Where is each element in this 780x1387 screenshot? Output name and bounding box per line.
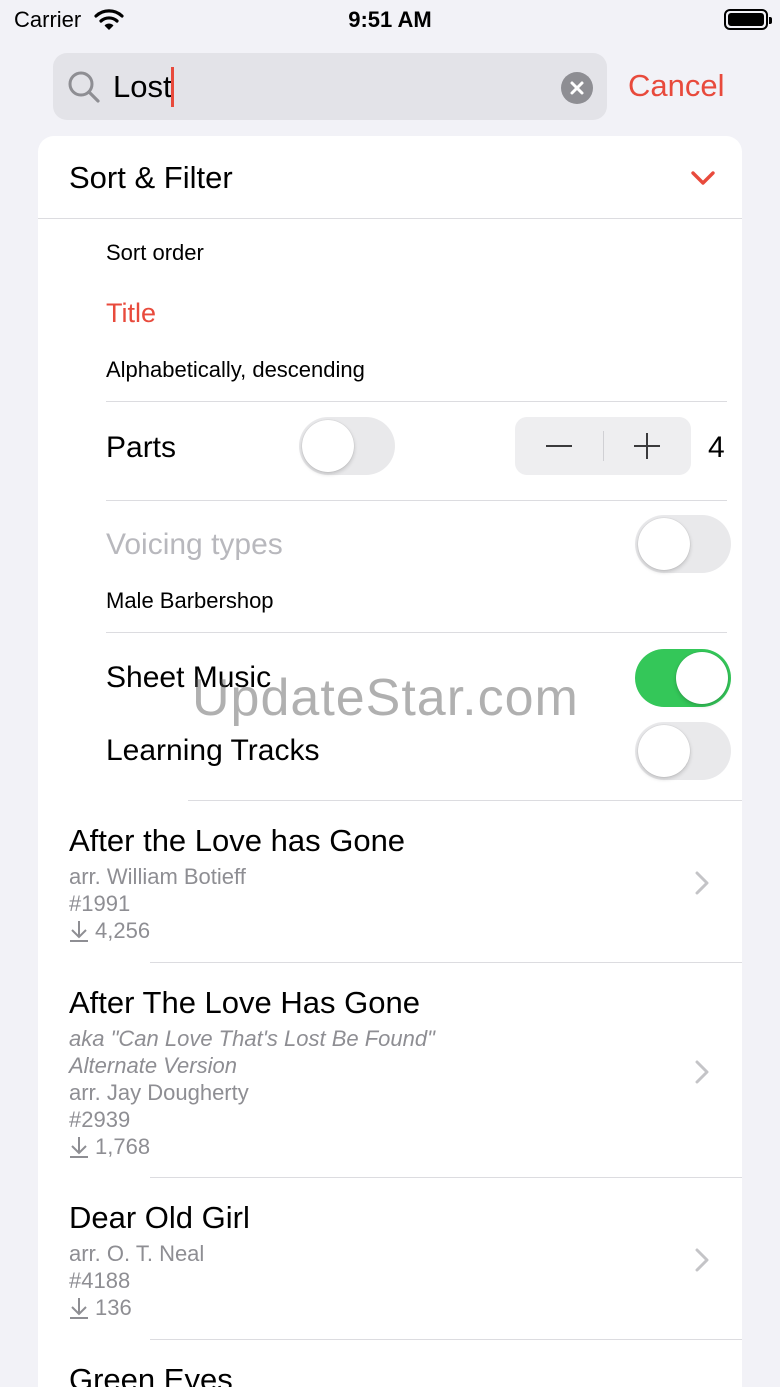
voicing-type-value[interactable]: Male Barbershop bbox=[106, 588, 274, 614]
parts-toggle[interactable] bbox=[299, 417, 395, 475]
voicing-types-toggle[interactable] bbox=[635, 515, 731, 573]
watermark: UpdateStar.com bbox=[192, 669, 579, 727]
song-title: Dear Old Girl bbox=[69, 1200, 250, 1235]
sort-filter-title[interactable]: Sort & Filter bbox=[69, 160, 233, 196]
chevron-right-icon bbox=[695, 1060, 709, 1089]
chevron-right-icon bbox=[695, 871, 709, 900]
divider bbox=[106, 401, 727, 402]
voicing-types-label: Voicing types bbox=[106, 528, 283, 561]
song-row[interactable]: After The Love Has Gone aka "Can Love Th… bbox=[38, 963, 742, 1177]
song-title: After the Love has Gone bbox=[69, 823, 406, 858]
download-icon bbox=[70, 1137, 88, 1158]
learning-tracks-label: Learning Tracks bbox=[106, 734, 320, 767]
song-title: After The Love Has Gone bbox=[69, 985, 420, 1020]
sort-order-label: Sort order bbox=[106, 240, 204, 265]
clock: 9:51 AM bbox=[348, 7, 432, 32]
song-row[interactable]: Green Eyes bbox=[38, 1340, 742, 1387]
sort-direction: Alphabetically, descending bbox=[106, 357, 365, 382]
song-row[interactable]: Dear Old Girl arr. O. T. Neal #4188 136 bbox=[38, 1178, 742, 1339]
decrement-button[interactable] bbox=[515, 417, 603, 475]
song-version: Alternate Version bbox=[69, 1053, 237, 1078]
song-arranger: arr. William Botieff bbox=[69, 864, 246, 889]
download-count: 136 bbox=[69, 1295, 132, 1321]
chevron-right-icon bbox=[695, 1248, 709, 1277]
divider bbox=[106, 500, 727, 501]
increment-button[interactable] bbox=[603, 417, 691, 475]
download-count-value: 1,768 bbox=[95, 1134, 151, 1159]
song-arranger: arr. O. T. Neal bbox=[69, 1241, 205, 1266]
sheet-music-toggle[interactable] bbox=[635, 649, 731, 707]
song-aka: aka "Can Love That's Lost Be Found" bbox=[69, 1026, 435, 1051]
download-count: 1,768 bbox=[69, 1134, 150, 1160]
download-count-value: 136 bbox=[95, 1295, 132, 1320]
cancel-button[interactable]: Cancel bbox=[628, 68, 725, 104]
song-number: #4188 bbox=[69, 1268, 131, 1293]
sort-order-value[interactable]: Title bbox=[106, 298, 156, 329]
divider bbox=[106, 632, 727, 633]
download-icon bbox=[70, 921, 88, 942]
status-bar: Carrier 9:51 AM bbox=[0, 0, 780, 40]
chevron-down-icon[interactable] bbox=[690, 170, 716, 193]
parts-stepper bbox=[515, 417, 691, 475]
divider bbox=[38, 218, 742, 219]
search-field[interactable] bbox=[53, 53, 607, 120]
results-card: Sort & Filter Sort order Title Alphabeti… bbox=[38, 136, 742, 1387]
download-icon bbox=[70, 1298, 88, 1319]
download-count-value: 4,256 bbox=[95, 918, 151, 943]
song-row[interactable]: After the Love has Gone arr. William Bot… bbox=[38, 801, 742, 962]
parts-count: 4 bbox=[708, 431, 725, 464]
parts-label: Parts bbox=[106, 431, 177, 464]
song-title: Green Eyes bbox=[69, 1362, 233, 1387]
song-number: #1991 bbox=[69, 891, 131, 916]
learning-tracks-toggle[interactable] bbox=[635, 722, 731, 780]
clear-icon[interactable] bbox=[561, 72, 593, 104]
download-count: 4,256 bbox=[69, 918, 150, 944]
search-icon bbox=[67, 70, 101, 109]
song-number: #2939 bbox=[69, 1107, 131, 1132]
song-arranger: arr. Jay Dougherty bbox=[69, 1080, 249, 1105]
search-input[interactable] bbox=[113, 67, 543, 107]
battery-icon bbox=[724, 9, 772, 30]
text-caret bbox=[171, 67, 174, 107]
